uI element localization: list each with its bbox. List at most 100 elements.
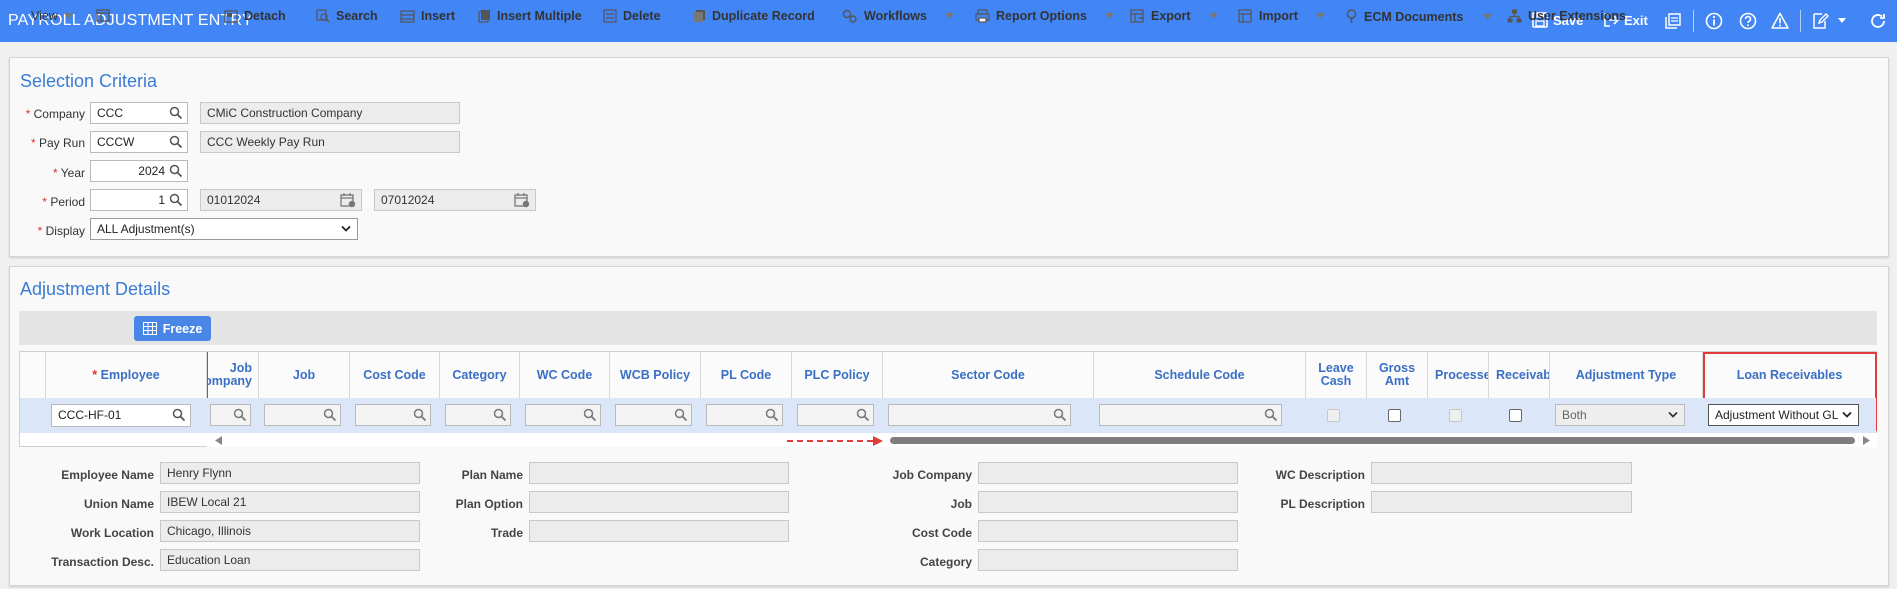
- view-menu[interactable]: View: [31, 9, 73, 23]
- search-icon[interactable]: [172, 408, 186, 422]
- pl-description-label: PL Description: [1280, 497, 1365, 511]
- category-label: Category: [919, 555, 972, 569]
- info-icon[interactable]: [1704, 11, 1724, 31]
- column-header-leave-cash[interactable]: Leave Cash: [1306, 352, 1367, 398]
- warning-icon[interactable]: [1770, 11, 1790, 31]
- copy-icon[interactable]: [1663, 11, 1683, 31]
- column-header-wc-code[interactable]: WC Code: [520, 352, 610, 398]
- user-extensions-label: User Extensions: [1528, 9, 1626, 23]
- column-header-plc-policy[interactable]: PLC Policy: [792, 352, 883, 398]
- workflow-icon: [842, 9, 857, 23]
- row-selector-header: [20, 352, 46, 398]
- payrun-name-field: CCC Weekly Pay Run: [200, 131, 460, 153]
- search-icon[interactable]: [169, 193, 183, 207]
- trade-field: [529, 520, 789, 542]
- schedule-code-cell-input[interactable]: [1099, 404, 1282, 426]
- column-header-cost-code[interactable]: Cost Code: [350, 352, 440, 398]
- work-location-label: Work Location: [70, 526, 154, 540]
- sector-code-cell-input[interactable]: [888, 404, 1071, 426]
- help-icon[interactable]: [1738, 11, 1758, 31]
- insert-multiple-button[interactable]: Insert Multiple: [478, 9, 582, 23]
- chevron-down-icon: [1483, 13, 1493, 20]
- adjustment-type-select[interactable]: Both: [1555, 404, 1685, 426]
- column-header-adjustment-type[interactable]: Adjustment Type: [1550, 352, 1703, 398]
- payrun-label: * Pay Run: [30, 136, 85, 150]
- search-icon[interactable]: [765, 408, 779, 422]
- scroll-left-icon[interactable]: [215, 436, 223, 445]
- toolbar-divider: [1800, 10, 1801, 32]
- union-name-label: Union Name: [83, 497, 154, 511]
- workflows-label: Workflows: [864, 9, 927, 23]
- ecm-documents-menu[interactable]: ECM Documents: [1345, 9, 1493, 24]
- search-icon: [316, 9, 330, 23]
- search-icon[interactable]: [323, 408, 337, 422]
- duplicate-record-button[interactable]: Duplicate Record: [693, 9, 815, 23]
- scrollbar-thumb[interactable]: [890, 437, 1855, 444]
- employee-cell-input[interactable]: CCC-HF-01: [51, 404, 191, 427]
- display-select[interactable]: ALL Adjustment(s): [90, 218, 358, 240]
- search-icon[interactable]: [169, 164, 183, 178]
- export-label: Export: [1151, 9, 1191, 23]
- cost-code-label: Cost Code: [912, 526, 972, 540]
- import-menu[interactable]: Import: [1238, 9, 1325, 23]
- search-icon[interactable]: [169, 135, 183, 149]
- plan-option-field: [529, 491, 789, 513]
- user-extensions-button[interactable]: User Extensions: [1507, 9, 1626, 23]
- plan-name-field: [529, 462, 789, 484]
- gross-amt-checkbox[interactable]: [1388, 409, 1401, 422]
- report-options-menu[interactable]: Report Options: [975, 9, 1114, 23]
- wc-description-field: [1371, 462, 1632, 484]
- column-header-receivable[interactable]: Receivable: [1489, 352, 1550, 398]
- search-icon[interactable]: [856, 408, 870, 422]
- column-header-job[interactable]: Job: [259, 352, 350, 398]
- period-start-date: 01012024: [200, 189, 362, 211]
- search-icon[interactable]: [413, 408, 427, 422]
- search-icon[interactable]: [493, 408, 507, 422]
- receivable-checkbox[interactable]: [1509, 409, 1522, 422]
- column-header-pl-code[interactable]: PL Code: [701, 352, 792, 398]
- adjustment-details-title: Adjustment Details: [20, 279, 171, 299]
- toolbar-divider: [1693, 10, 1694, 32]
- column-header-wcb-policy[interactable]: WCB Policy: [610, 352, 701, 398]
- chevron-down-icon: [1315, 13, 1325, 19]
- search-icon[interactable]: [1264, 408, 1278, 422]
- freeze-button[interactable]: Freeze: [134, 316, 211, 341]
- column-header-sector-code[interactable]: Sector Code: [883, 352, 1094, 398]
- search-icon[interactable]: [233, 408, 247, 422]
- search-button[interactable]: Search: [316, 9, 378, 23]
- duplicate-icon: [694, 10, 705, 22]
- scroll-right-icon[interactable]: [1862, 436, 1870, 445]
- insert-label: Insert: [421, 9, 456, 23]
- calendar-icon[interactable]: [340, 192, 356, 208]
- grid-toolbar: [19, 311, 1877, 345]
- calendar-icon[interactable]: [514, 192, 530, 208]
- chevron-down-icon: [1208, 13, 1218, 19]
- column-header-category[interactable]: Category: [440, 352, 520, 398]
- search-icon[interactable]: [1053, 408, 1067, 422]
- column-header-schedule-code[interactable]: Schedule Code: [1094, 352, 1306, 398]
- search-icon[interactable]: [169, 106, 183, 120]
- search-icon[interactable]: [674, 408, 688, 422]
- plan-name-label: Plan Name: [461, 468, 523, 482]
- loan-receivables-select[interactable]: Adjustment Without GL: [1708, 404, 1859, 426]
- employee-name-label: Employee Name: [61, 468, 154, 482]
- refresh-icon[interactable]: [1868, 11, 1888, 31]
- chevron-down-icon: [341, 225, 351, 232]
- search-label: Search: [336, 9, 378, 23]
- export-menu[interactable]: Export: [1130, 9, 1218, 23]
- chevron-down-icon: [1842, 411, 1852, 418]
- job-company-field: [978, 462, 1238, 484]
- workflows-menu[interactable]: Workflows: [842, 9, 954, 23]
- detach-button[interactable]: Detach: [224, 9, 286, 23]
- chevron-down-icon[interactable]: [1836, 11, 1848, 31]
- column-header-employee[interactable]: * Employee: [46, 352, 207, 398]
- columns-icon[interactable]: [96, 9, 112, 23]
- edit-icon[interactable]: [1810, 11, 1830, 31]
- search-icon[interactable]: [583, 408, 597, 422]
- column-header-processed[interactable]: Processed: [1428, 352, 1489, 398]
- insert-button[interactable]: Insert: [400, 9, 455, 23]
- delete-button[interactable]: Delete: [603, 9, 661, 23]
- column-header-job-company[interactable]: Job Company: [207, 352, 259, 398]
- column-header-gross-amt[interactable]: Gross Amt: [1367, 352, 1428, 398]
- chevron-down-icon: [1668, 411, 1678, 418]
